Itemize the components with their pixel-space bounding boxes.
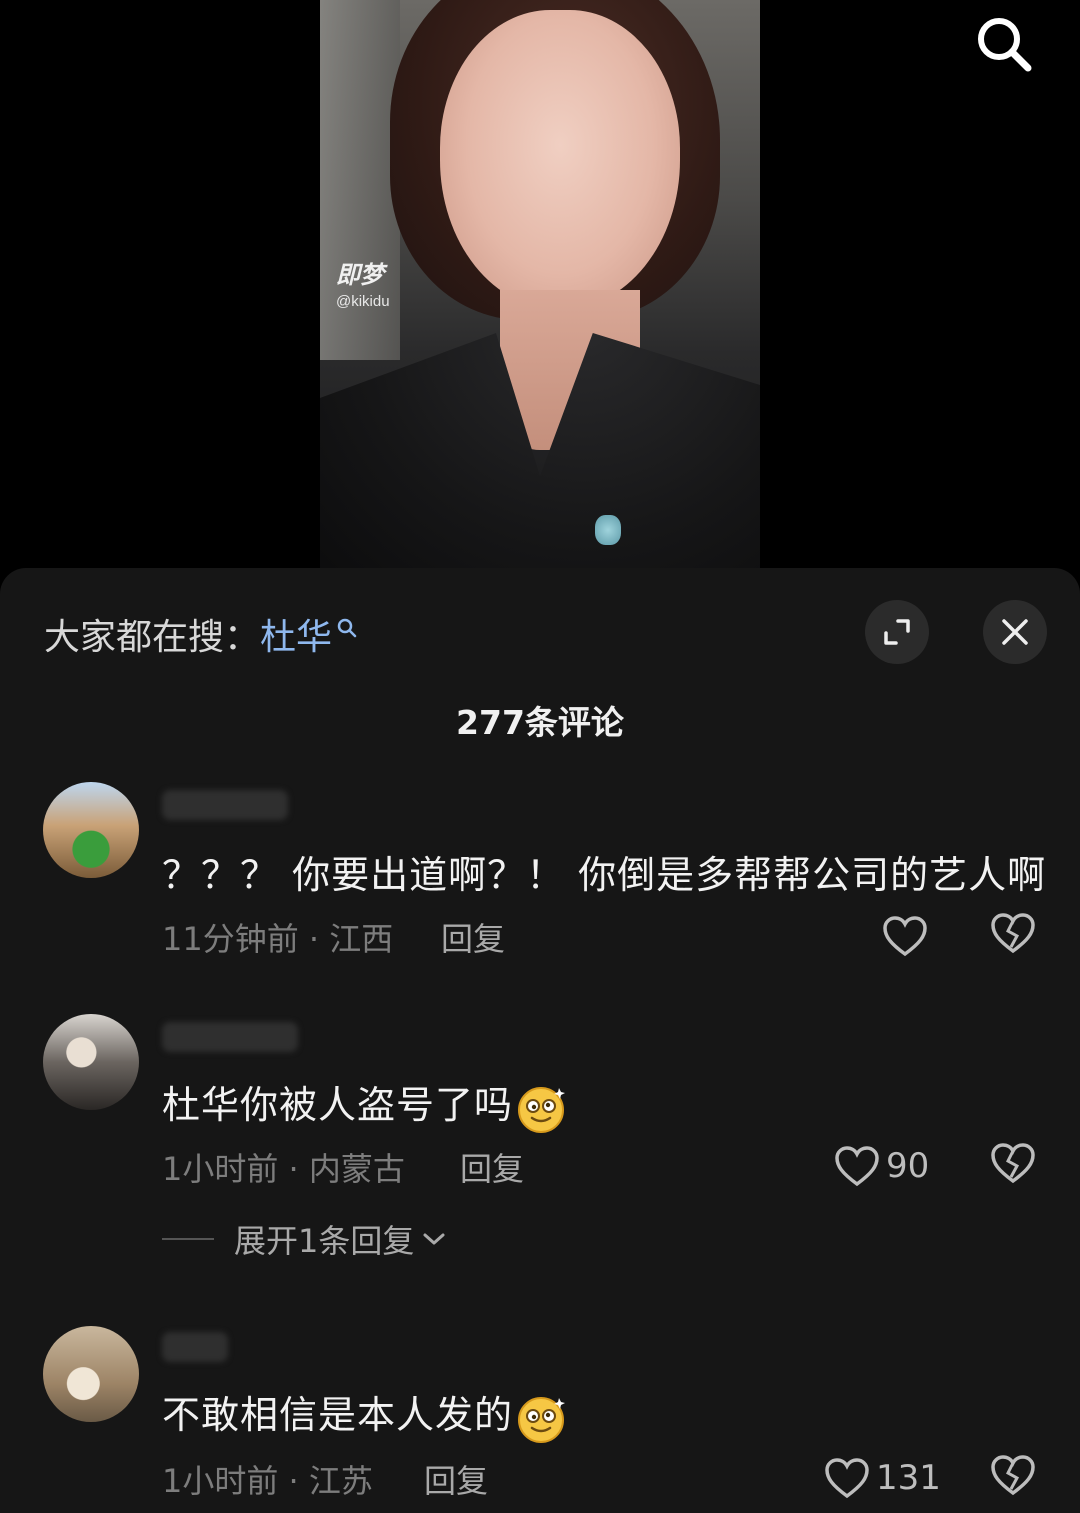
comment-text: 不敢相信是本人发的	[162, 1384, 567, 1444]
comment-meta: 1小时前 · 内蒙古	[162, 1150, 405, 1188]
comment-meta: 1小时前 · 江苏	[162, 1462, 373, 1500]
comment-text: ？？？ 你要出道啊？！ 你倒是多帮帮公司的艺人啊	[162, 853, 1047, 897]
trending-search-prefix: 大家都在搜：	[44, 617, 261, 658]
comment-meta: 11分钟前 · 江西	[162, 920, 394, 958]
expand-divider	[162, 1238, 214, 1240]
close-icon	[1002, 619, 1028, 645]
expand-icon	[884, 619, 910, 645]
video-area[interactable]: 即梦 @kikidu	[0, 0, 1080, 570]
like-button[interactable]	[882, 912, 934, 960]
comment-text-content: 杜华你被人盗号了吗	[162, 1083, 514, 1127]
dislike-button[interactable]	[990, 912, 1036, 958]
watermark-logo: 即梦	[336, 262, 384, 289]
like-button[interactable]: 131	[824, 1454, 941, 1502]
broken-heart-icon	[991, 913, 1035, 954]
expand-replies-label: 展开1条回复	[234, 1222, 415, 1260]
broken-heart-icon	[991, 1455, 1035, 1496]
like-count: 131	[876, 1458, 941, 1498]
reply-button[interactable]: 回复	[424, 1456, 488, 1502]
expand-button[interactable]	[865, 600, 929, 664]
username-blurred[interactable]	[162, 1022, 298, 1052]
broken-heart-icon	[991, 1143, 1035, 1184]
like-count: 90	[886, 1146, 930, 1186]
dizzy-emoji-icon	[518, 1396, 566, 1443]
chevron-down-icon	[423, 1233, 445, 1245]
comment-text-content: 不敢相信是本人发的	[162, 1393, 514, 1437]
avatar[interactable]	[43, 1014, 139, 1110]
heart-icon	[883, 916, 927, 957]
like-button[interactable]: 90	[834, 1142, 929, 1190]
search-icon[interactable]	[972, 12, 1036, 76]
trending-search[interactable]: 大家都在搜：杜华	[44, 608, 359, 660]
reply-button[interactable]: 回复	[460, 1144, 524, 1190]
comment-sheet: 大家都在搜：杜华 277条评论 ？？？ 你要出道啊？！ 你倒是多帮帮公司的艺人啊…	[0, 568, 1080, 1513]
comment-count: 277条评论	[456, 703, 624, 742]
expand-replies-button[interactable]: 展开1条回复	[162, 1216, 448, 1262]
reply-button[interactable]: 回复	[441, 914, 505, 960]
video-frame[interactable]: 即梦 @kikidu	[320, 0, 760, 570]
heart-icon	[825, 1458, 869, 1499]
username-blurred[interactable]	[162, 790, 288, 820]
avatar[interactable]	[43, 782, 139, 878]
video-subject-face	[440, 10, 680, 310]
close-button[interactable]	[983, 600, 1047, 664]
comment-text: 杜华你被人盗号了吗	[162, 1074, 567, 1134]
comment-item: ？？？ 你要出道啊？！ 你倒是多帮帮公司的艺人啊 11分钟前 · 江西 回复	[0, 780, 1080, 980]
dislike-button[interactable]	[990, 1142, 1036, 1188]
username-blurred[interactable]	[162, 1332, 228, 1362]
trending-search-keyword[interactable]: 杜华	[260, 617, 332, 658]
avatar[interactable]	[43, 1326, 139, 1422]
video-subject-pendant	[595, 515, 621, 545]
comment-item: 不敢相信是本人发的 1小时前 · 江苏 回复 131	[0, 1324, 1080, 1513]
dizzy-emoji-icon	[518, 1086, 566, 1133]
heart-icon	[835, 1146, 879, 1187]
comment-item: 杜华你被人盗号了吗 1小时前 · 内蒙古 回复 90 展开1条回复	[0, 1012, 1080, 1272]
search-small-icon	[335, 608, 359, 649]
dislike-button[interactable]	[990, 1454, 1036, 1500]
watermark-handle: @kikidu	[336, 293, 390, 310]
